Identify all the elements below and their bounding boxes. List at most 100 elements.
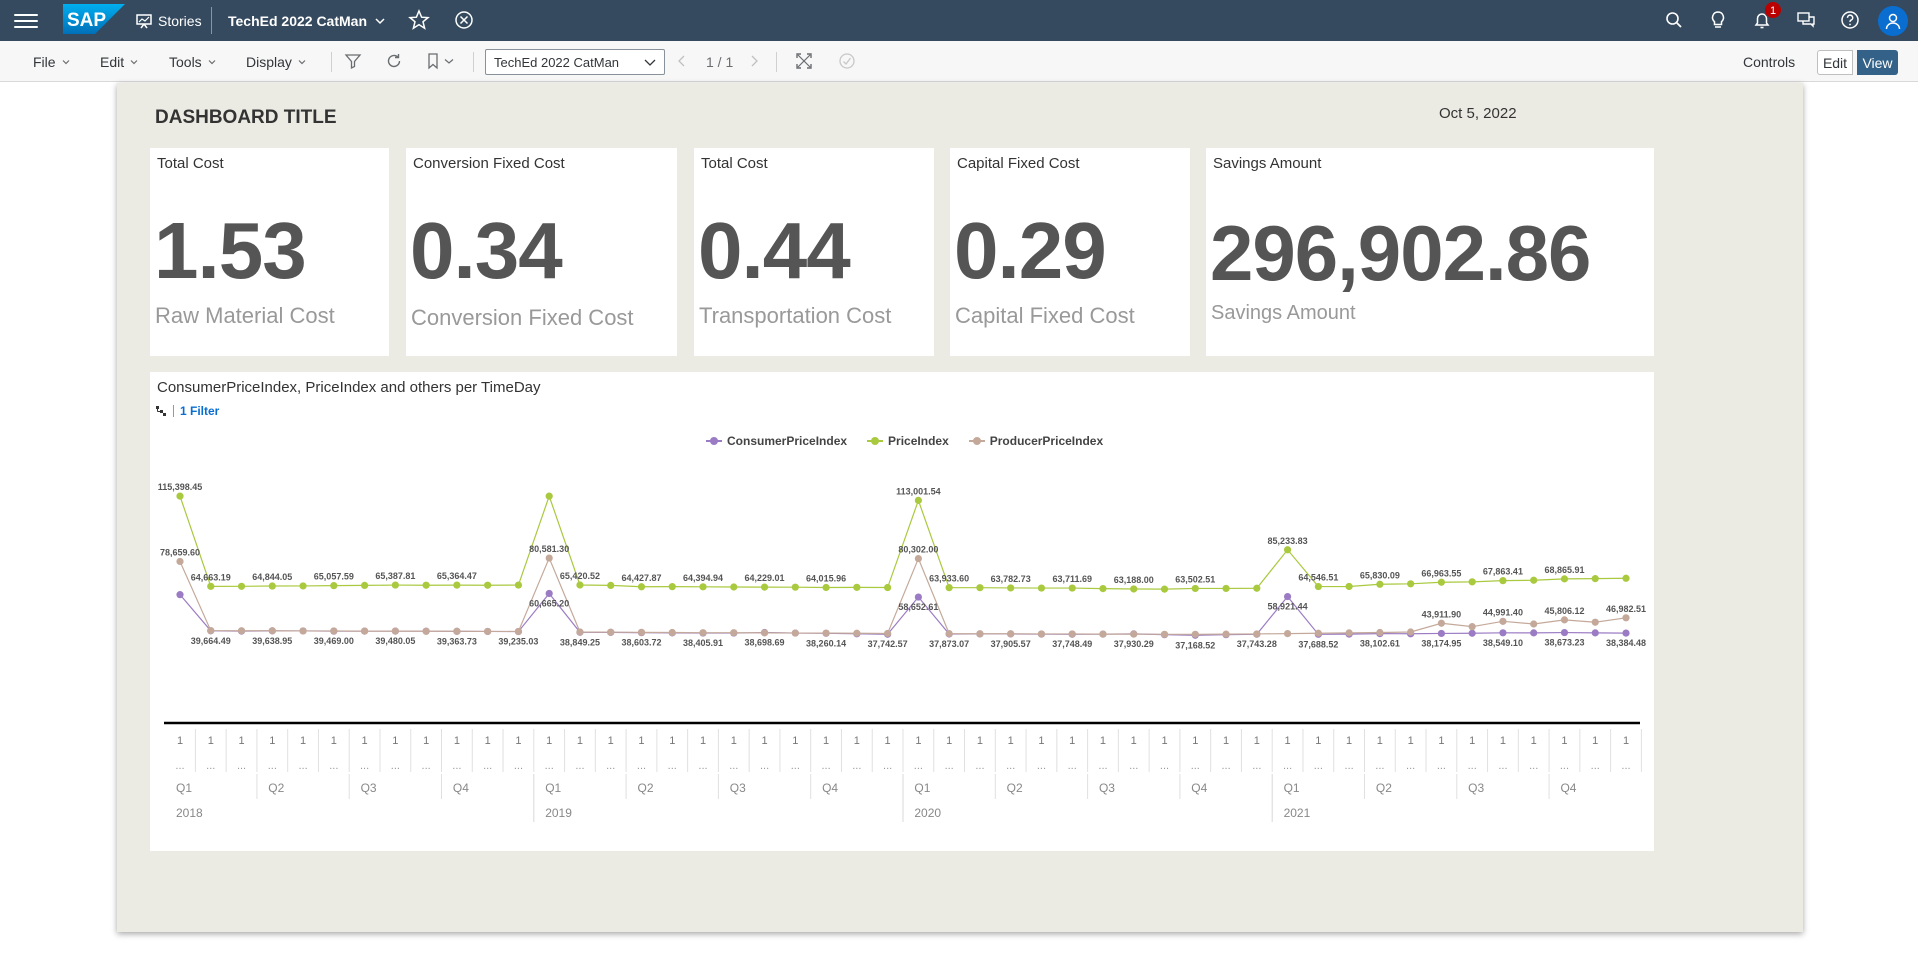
data-point-ProducerPriceIndex	[484, 627, 492, 636]
data-point-ConsumerPriceIndex	[1560, 628, 1569, 637]
x-tick-label: 1	[1131, 735, 1137, 747]
data-point-ProducerPriceIndex	[884, 629, 892, 638]
series-line-ProducerPriceIndex	[179, 556, 1627, 635]
data-label: 38,384.48	[1606, 638, 1646, 648]
data-label: 38,673.23	[1544, 638, 1584, 648]
chevron-left-icon[interactable]	[676, 52, 688, 70]
x-tick-label: ...	[1037, 760, 1046, 772]
data-label: 37,930.29	[1114, 639, 1154, 649]
x-tick-label: 1	[669, 735, 675, 747]
view-mode-button[interactable]: View	[1857, 50, 1898, 75]
data-label: 63,188.00	[1114, 575, 1154, 585]
x-tick-label: 1	[761, 735, 767, 747]
filter-icon[interactable]	[344, 52, 362, 70]
user-avatar[interactable]	[1878, 6, 1908, 36]
data-label: 63,502.51	[1175, 574, 1215, 584]
data-label: 38,603.72	[621, 638, 661, 648]
kpi-tile-capital-fixed-cost[interactable]: Capital Fixed Cost 0.29 Capital Fixed Co…	[950, 148, 1190, 356]
kpi-tile-raw-material-cost[interactable]: Total Cost 1.53 Raw Material Cost	[150, 148, 389, 356]
data-point-PriceIndex	[1468, 578, 1476, 586]
help-icon[interactable]	[1839, 9, 1861, 31]
stories-label: Stories	[158, 12, 202, 29]
data-label: 38,405.91	[683, 638, 723, 648]
bookmark-icon[interactable]	[425, 52, 443, 70]
x-tick-label: 1	[1623, 735, 1629, 747]
data-point-PriceIndex	[1222, 584, 1230, 593]
data-point-ConsumerPriceIndex	[1591, 629, 1599, 637]
data-point-PriceIndex	[1314, 582, 1322, 591]
refresh-icon[interactable]	[385, 52, 403, 70]
x-tick-label: 1	[1069, 735, 1075, 747]
x-tick-label: 1	[1038, 735, 1044, 747]
tile-value: 296,902.86	[1210, 209, 1591, 297]
data-label: 39,664.49	[191, 636, 231, 646]
x-tick-label: ...	[1406, 760, 1415, 772]
x-tick-label: ...	[606, 760, 615, 772]
data-point-PriceIndex	[1407, 580, 1415, 588]
shell-divider	[211, 7, 212, 34]
x-tick-label: ...	[1529, 760, 1538, 772]
data-label: 64,663.19	[191, 572, 231, 582]
kpi-tile-savings-amount[interactable]: Savings Amount 296,902.86 Savings Amount	[1206, 148, 1654, 356]
data-label: 37,905.57	[991, 639, 1031, 649]
x-tick-label: ...	[175, 760, 184, 772]
data-point-ProducerPriceIndex	[699, 629, 707, 637]
data-point-PriceIndex	[1591, 575, 1599, 583]
chevron-right-icon[interactable]	[748, 52, 760, 70]
data-point-PriceIndex	[760, 583, 769, 591]
sap-logo[interactable]: SAP	[63, 4, 125, 34]
edit-menu[interactable]: Edit	[100, 41, 138, 82]
fullscreen-icon[interactable]	[795, 52, 813, 70]
data-point-ProducerPriceIndex	[914, 554, 922, 563]
data-point-ProducerPriceIndex	[237, 627, 246, 635]
x-tick-label: 1	[946, 735, 952, 747]
x-tick-label: ...	[237, 760, 246, 772]
tile-title: Total Cost	[157, 155, 224, 172]
data-point-ProducerPriceIndex	[1622, 614, 1630, 622]
file-menu-label: File	[33, 53, 56, 70]
data-point-ProducerPriceIndex	[422, 627, 430, 635]
discussions-icon[interactable]	[1795, 9, 1817, 31]
menu-icon[interactable]	[14, 10, 38, 30]
x-tick-label: 1	[331, 735, 337, 747]
x-tick-label: 1	[1500, 735, 1506, 747]
x-tick-label: 1	[885, 735, 891, 747]
data-label: 38,698.69	[745, 638, 785, 648]
data-label: 58,921.44	[1268, 602, 1308, 612]
data-point-ProducerPriceIndex	[207, 626, 215, 635]
data-point-PriceIndex	[1253, 584, 1261, 592]
data-point-PriceIndex	[1560, 575, 1569, 583]
data-label: 38,849.25	[560, 637, 600, 647]
kpi-tile-transportation-cost[interactable]: Total Cost 0.44 Transportation Cost	[694, 148, 934, 356]
x-tick-label: 1	[546, 735, 552, 747]
data-point-PriceIndex	[699, 583, 707, 591]
display-menu[interactable]: Display	[246, 41, 306, 82]
tile-title: Conversion Fixed Cost	[413, 155, 565, 172]
data-point-ProducerPriceIndex	[453, 627, 461, 635]
x-tick-label: 1	[392, 735, 398, 747]
data-label: 64,546.51	[1298, 573, 1338, 583]
kpi-tile-conversion-fixed-cost[interactable]: Conversion Fixed Cost 0.34 Conversion Fi…	[406, 148, 677, 356]
edit-mode-button[interactable]: Edit	[1817, 50, 1853, 75]
search-icon[interactable]	[1663, 9, 1685, 31]
line-chart-tile[interactable]: ConsumerPriceIndex, PriceIndex and other…	[150, 372, 1654, 851]
year-label: 2021	[1284, 806, 1311, 820]
star-icon[interactable]	[408, 9, 430, 31]
close-circle-icon[interactable]	[453, 9, 475, 31]
x-tick-label: ...	[1098, 760, 1107, 772]
story-name-menu[interactable]: TechEd 2022 CatMan	[228, 0, 385, 41]
stories-button[interactable]: Stories	[136, 0, 202, 41]
lightbulb-icon[interactable]	[1707, 9, 1729, 31]
data-point-ProducerPriceIndex	[268, 627, 276, 635]
data-label: 67,863.41	[1483, 567, 1523, 577]
tools-menu[interactable]: Tools	[169, 41, 216, 82]
data-label: 65,057.59	[314, 572, 354, 582]
chevron-down-icon[interactable]	[444, 52, 454, 70]
page-select[interactable]: TechEd 2022 CatMan	[485, 49, 665, 75]
data-point-ConsumerPriceIndex	[1283, 592, 1292, 601]
chevron-down-icon	[375, 17, 385, 24]
year-label: 2018	[176, 806, 203, 820]
data-label: 39,469.00	[314, 636, 354, 646]
file-menu[interactable]: File	[33, 41, 70, 82]
controls-button[interactable]: Controls	[1743, 41, 1795, 82]
